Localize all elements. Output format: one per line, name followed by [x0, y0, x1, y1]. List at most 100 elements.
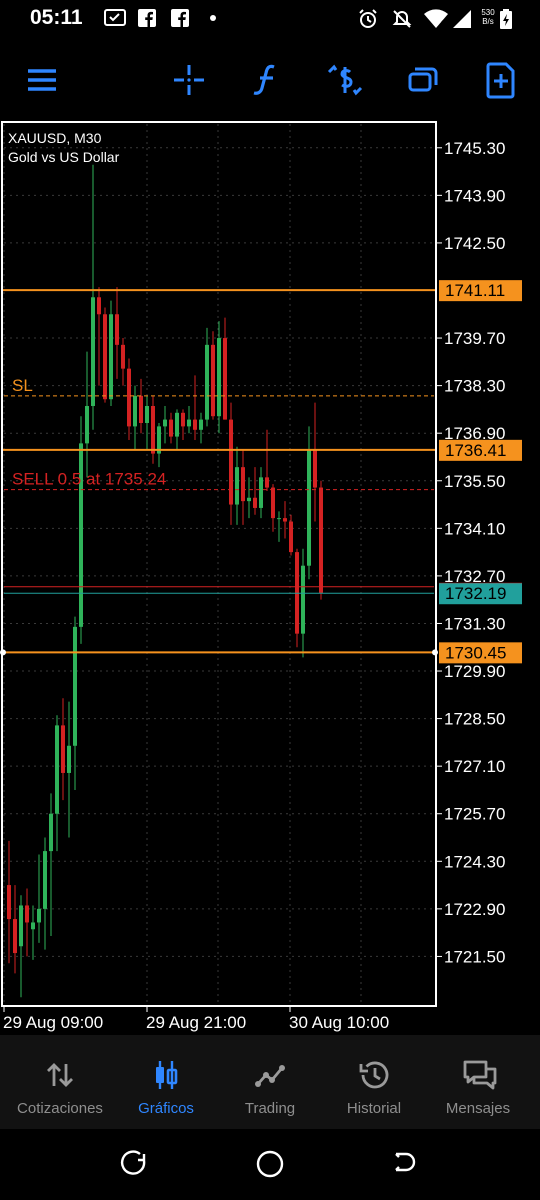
candle-body: [37, 908, 41, 923]
price-axis-label: 1721.50: [444, 947, 505, 966]
candle-body: [259, 477, 263, 508]
candle-body: [169, 419, 173, 437]
windows-icon[interactable]: [401, 58, 445, 102]
recents-icon[interactable]: [120, 1149, 148, 1177]
candle-body: [319, 487, 323, 593]
price-axis-label: 1736.90: [444, 424, 505, 443]
candle-body: [127, 368, 131, 427]
system-navigation: [0, 1129, 540, 1200]
candle-body: [133, 395, 137, 427]
candle-body: [151, 406, 155, 454]
price-axis-label: 1725.70: [444, 805, 505, 824]
price-axis-label: 1734.10: [444, 519, 505, 538]
nav-label-graficos: Gráficos: [138, 1100, 194, 1117]
alarm-icon: [359, 9, 377, 28]
candle-body: [301, 565, 305, 634]
candle-body: [247, 497, 251, 502]
level-price-label: 1741.11: [445, 281, 505, 300]
status-bar: 05:11 530 B/s: [0, 0, 540, 40]
price-axis-label: 1724.30: [444, 852, 505, 871]
candle-body: [109, 314, 113, 400]
candle-body: [211, 344, 215, 417]
net-speed-unit: B/s: [482, 17, 494, 26]
candle-body: [115, 314, 119, 345]
indicators-icon[interactable]: [245, 58, 289, 102]
checkbox-icon: [104, 9, 126, 26]
net-speed-value: 530: [481, 8, 495, 17]
candle-body: [139, 395, 143, 423]
chart-description: Gold vs US Dollar: [8, 149, 120, 165]
level-price-label: 1730.45: [445, 643, 506, 662]
candle-body: [85, 406, 89, 444]
time-axis: 29 Aug 09:00 29 Aug 21:00 30 Aug 10:00: [3, 1006, 389, 1032]
candle-body: [217, 338, 221, 417]
candle-body: [307, 450, 311, 566]
candle-body: [283, 518, 287, 522]
facebook-icon: [138, 9, 156, 27]
candle-body: [163, 419, 167, 427]
bottom-navigation: Cotizaciones Gráficos Trading Historial …: [0, 1035, 540, 1129]
candle-body: [13, 919, 17, 954]
price-axis-label: 1743.90: [444, 186, 505, 205]
candle-body: [277, 518, 281, 520]
candle-body: [181, 412, 185, 427]
price-axis-label: 1732.70: [444, 567, 505, 586]
current-price-label: 1732.19: [445, 584, 506, 603]
candle-body: [103, 314, 107, 400]
order-label: SELL 0.5 at 1735.24: [12, 470, 166, 489]
price-axis-label: 1731.30: [444, 614, 505, 633]
nav-trading[interactable]: Trading: [216, 1035, 324, 1129]
candle-body: [19, 905, 23, 947]
time-axis-label: 29 Aug 09:00: [3, 1013, 103, 1032]
sl-label: SL: [12, 376, 33, 395]
candle-body: [253, 497, 257, 508]
candle-body: [43, 851, 47, 909]
nav-graficos[interactable]: Gráficos: [112, 1035, 220, 1129]
dot-icon: [210, 15, 216, 21]
candle-body: [235, 467, 239, 505]
chart-frame: [1, 121, 437, 1007]
status-time: 05:11: [30, 6, 83, 29]
trade-icon[interactable]: [323, 58, 367, 102]
facebook-icon: [171, 9, 189, 27]
candle-body: [73, 626, 77, 746]
candle-body: [67, 745, 71, 773]
price-axis-label: 1745.30: [444, 139, 505, 158]
candle-body: [61, 725, 65, 773]
price-axis-label: 1742.50: [444, 234, 505, 253]
nav-cotizaciones[interactable]: Cotizaciones: [6, 1035, 114, 1129]
wifi-icon: [424, 9, 448, 28]
chart-toolbar: [0, 40, 540, 120]
nav-historial[interactable]: Historial: [320, 1035, 428, 1129]
crosshair-icon[interactable]: [167, 58, 211, 102]
candle-body: [7, 885, 11, 920]
time-axis-label: 30 Aug 10:00: [289, 1013, 389, 1032]
candle-body: [187, 419, 191, 427]
nav-label-trading: Trading: [244, 1100, 296, 1117]
price-axis-label: 1738.30: [444, 377, 505, 396]
nav-label-mensajes: Mensajes: [445, 1100, 511, 1117]
candle-body: [175, 412, 179, 437]
candle-body: [193, 419, 197, 430]
battery-icon: [500, 9, 512, 29]
back-icon[interactable]: [390, 1149, 418, 1177]
quotes-icon: [47, 1063, 73, 1087]
nav-label-historial: Historial: [346, 1100, 402, 1117]
candle-body: [55, 725, 59, 814]
candle-body: [31, 922, 35, 930]
nav-mensajes[interactable]: Mensajes: [424, 1035, 532, 1129]
charts-icon: [156, 1061, 178, 1089]
candle-body: [121, 344, 125, 369]
candle-body: [145, 406, 149, 423]
signal-icon: [453, 10, 471, 28]
candle-body: [265, 477, 269, 488]
new-order-icon[interactable]: [479, 58, 523, 102]
price-axis-label: 1739.70: [444, 329, 505, 348]
menu-icon[interactable]: [20, 58, 64, 102]
candle-body: [223, 338, 227, 420]
home-icon[interactable]: [255, 1149, 285, 1179]
price-axis-label: 1729.90: [444, 662, 505, 681]
price-chart[interactable]: XAUUSD, M30 Gold vs US Dollar SL SELL 0.5…: [0, 120, 540, 1035]
chart-symbol: XAUUSD, M30: [8, 130, 102, 146]
price-axis-label: 1727.10: [444, 757, 505, 776]
